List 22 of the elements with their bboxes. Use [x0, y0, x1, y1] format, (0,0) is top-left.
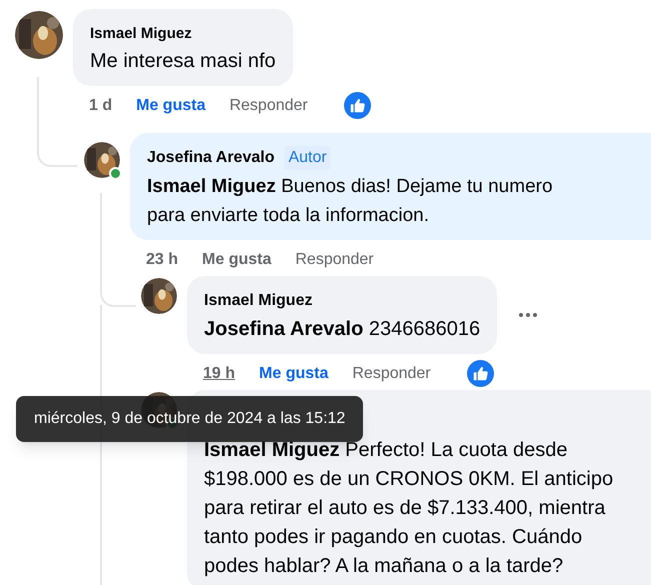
comment-text: Josefina Arevalo 2346686016 — [204, 316, 480, 342]
like-link[interactable]: Me gusta — [202, 248, 272, 272]
author-badge: Autor — [284, 146, 331, 170]
timestamp-link[interactable]: 23 h — [146, 248, 178, 272]
author-name[interactable]: Ismael Miguez — [204, 288, 312, 312]
like-reaction-icon[interactable] — [344, 92, 371, 119]
like-link[interactable]: Me gusta — [136, 94, 206, 118]
reply-link[interactable]: Responder — [352, 362, 431, 386]
comment-text: Ismael Miguez Buenos dias! Dejame tu numero para enviarte toda la informacion. — [147, 174, 554, 228]
author-name[interactable]: Ismael Miguez — [90, 23, 192, 46]
reply-link[interactable]: Responder — [229, 94, 308, 118]
avatar[interactable] — [84, 142, 120, 178]
avatar[interactable] — [15, 11, 63, 59]
like-reaction-icon[interactable] — [466, 360, 494, 387]
avatar[interactable] — [141, 278, 177, 314]
timestamp-link[interactable]: 1 d — [89, 94, 112, 118]
comment-text: Me interesa masi nfo — [90, 48, 276, 74]
author-name[interactable]: Josefina Arevalo — [147, 146, 274, 170]
like-link[interactable]: Me gusta — [259, 362, 328, 386]
timestamp-link[interactable]: 19 h — [203, 362, 236, 386]
reply-link[interactable]: Responder — [295, 248, 374, 272]
date-tooltip: miércoles, 9 de octubre de 2024 a las 15:12 — [16, 396, 364, 442]
